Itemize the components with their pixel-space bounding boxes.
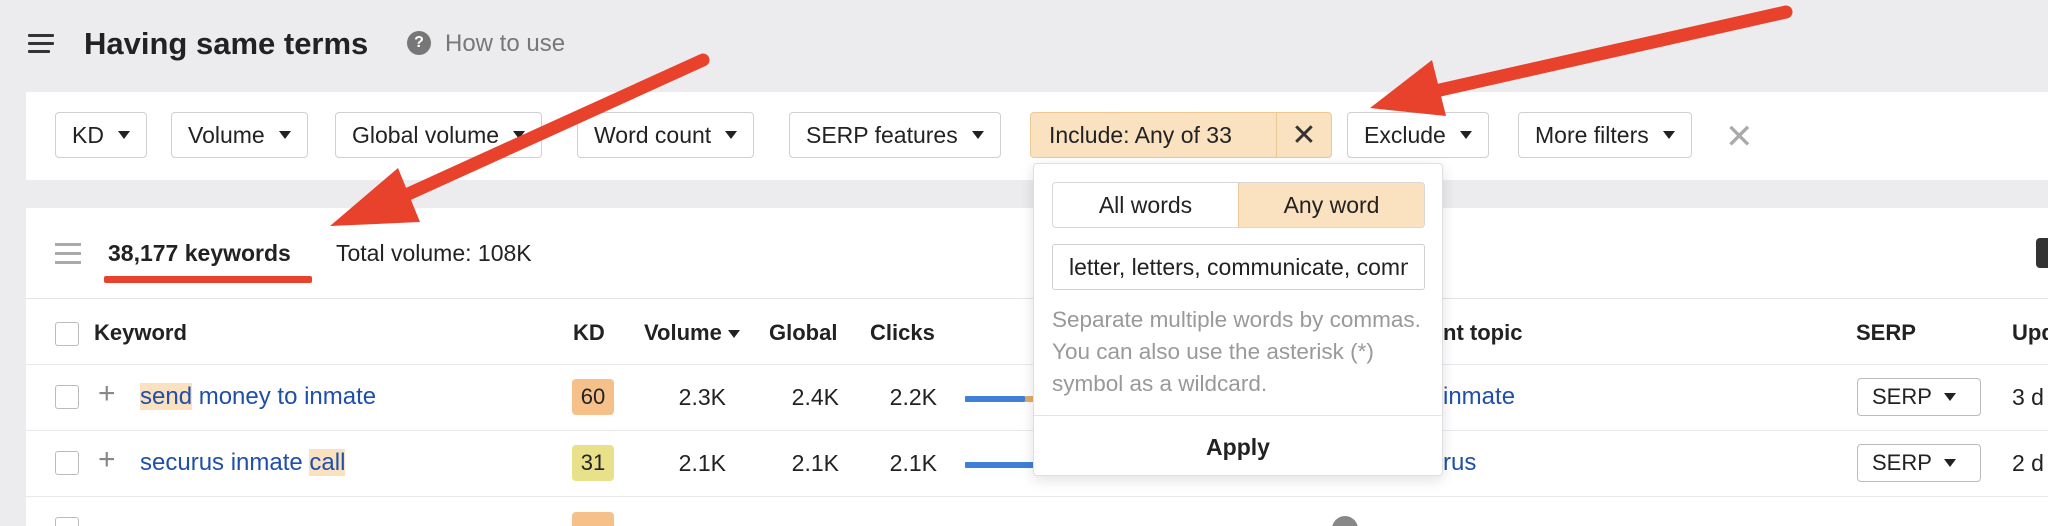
annotation-arrow-exclude <box>1370 5 1793 116</box>
annotation-arrow-keywords <box>330 53 710 226</box>
annotation-arrows <box>330 5 1793 226</box>
